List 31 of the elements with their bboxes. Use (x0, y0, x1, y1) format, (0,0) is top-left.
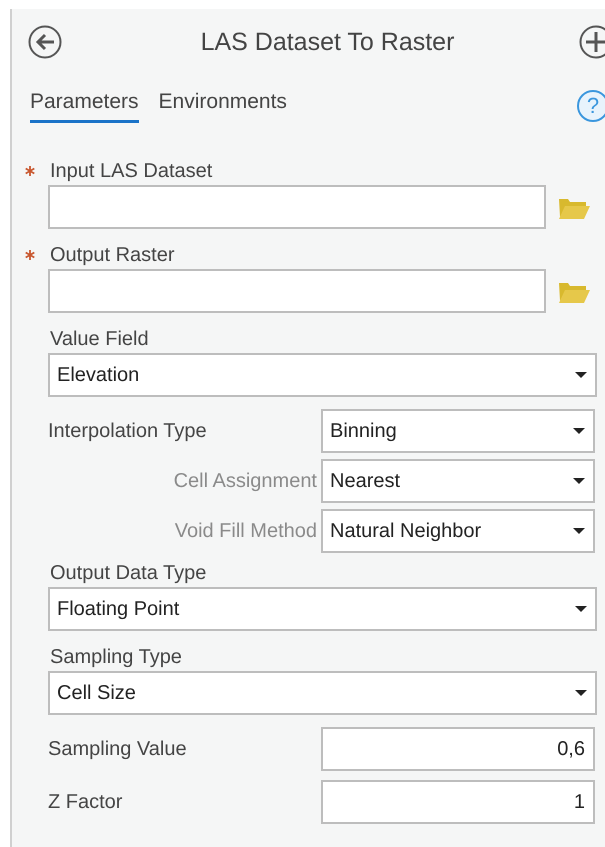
field-label: Output Data Type (50, 562, 206, 584)
add-icon[interactable] (579, 25, 605, 59)
window-title: LAS Dataset To Raster (200, 28, 456, 56)
field-label: Input LAS Dataset (50, 160, 212, 182)
tab[interactable]: Environments (158, 90, 287, 122)
field-label: Output Raster (50, 244, 175, 266)
caret-icon (575, 372, 587, 378)
dropdown[interactable]: Elevation (48, 353, 597, 397)
tab[interactable]: Parameters (30, 90, 139, 122)
dropdown[interactable]: Nearest (321, 459, 595, 503)
caret-icon (573, 528, 585, 534)
dropdown[interactable]: Natural Neighbor (321, 509, 595, 553)
field-label: Z Factor (48, 790, 124, 814)
field-label: Cell Assignment (172, 470, 318, 492)
input-field[interactable] (48, 269, 546, 313)
caret-icon (573, 428, 585, 434)
input-field[interactable]: 0,6 (321, 727, 595, 771)
field-label: Sampling Type (50, 646, 182, 668)
caret-icon (573, 478, 585, 484)
field-label: Value Field (50, 328, 149, 350)
input-field[interactable]: 1 (321, 780, 595, 824)
field-label: Interpolation Type (48, 420, 208, 442)
dropdown[interactable]: Binning (321, 409, 595, 453)
field-label: Void Fill Method (174, 520, 318, 542)
dropdown[interactable]: Floating Point (48, 587, 597, 631)
field-label: Sampling Value (48, 738, 188, 760)
back-icon[interactable] (28, 25, 62, 59)
input-field[interactable] (48, 185, 546, 229)
caret-icon (575, 606, 587, 612)
caret-icon (575, 690, 587, 696)
dropdown[interactable]: Cell Size (48, 671, 597, 715)
